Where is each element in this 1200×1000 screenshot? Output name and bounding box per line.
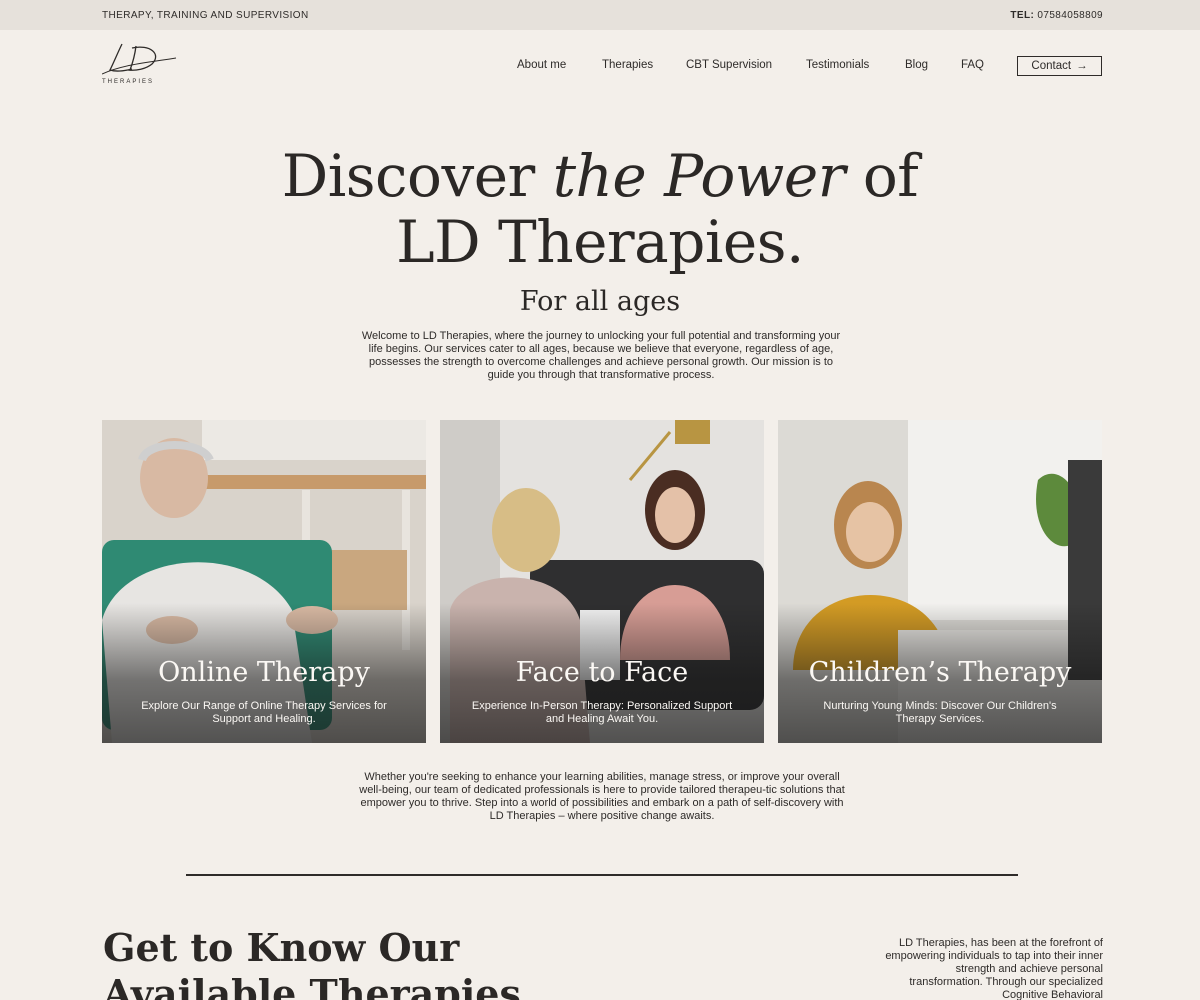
nav-therapies[interactable]: Therapies xyxy=(602,59,653,71)
card-online-therapy[interactable]: Online Therapy Explore Our Range of Onli… xyxy=(102,420,426,743)
card-title: Online Therapy xyxy=(158,657,370,688)
card-description: Experience In-Person Therapy: Personaliz… xyxy=(471,700,733,725)
hero-title: Discover the Power of LD Therapies. xyxy=(0,143,1200,275)
arrow-right-icon: → xyxy=(1076,60,1088,72)
therapies-section-title: Get to Know Our Available Therapies xyxy=(103,925,521,1000)
card-face-to-face[interactable]: Face to Face Experience In-Person Therap… xyxy=(440,420,764,743)
top-info-bar: THERAPY, TRAINING AND SUPERVISION TEL: 0… xyxy=(0,0,1200,30)
contact-button[interactable]: Contact → xyxy=(1017,56,1102,76)
tagline: THERAPY, TRAINING AND SUPERVISION xyxy=(102,10,309,21)
nav-about-me[interactable]: About me xyxy=(517,59,566,71)
card-description: Explore Our Range of Online Therapy Serv… xyxy=(141,700,387,725)
section-divider xyxy=(186,874,1018,876)
nav-cbt-supervision[interactable]: CBT Supervision xyxy=(686,59,772,71)
hero-title-italic: the Power xyxy=(552,142,846,210)
nav-faq[interactable]: FAQ xyxy=(961,59,984,71)
intro-paragraph: Whether you're seeking to enhance your l… xyxy=(359,771,845,822)
hero-title-part1: Discover xyxy=(281,142,536,210)
phone-number[interactable]: 07584058809 xyxy=(1037,10,1103,21)
hero-title-part2: of xyxy=(862,142,919,210)
card-title: Face to Face xyxy=(515,657,689,688)
hero-paragraph: Welcome to LD Therapies, where the journ… xyxy=(361,330,841,381)
card-childrens-therapy[interactable]: Children’s Therapy Nurturing Young Minds… xyxy=(778,420,1102,743)
phone-contact[interactable]: TEL: 07584058809 xyxy=(1010,10,1103,21)
nav-testimonials[interactable]: Testimonials xyxy=(806,59,869,71)
logo-subtitle: THERAPIES xyxy=(102,79,155,85)
nav-blog[interactable]: Blog xyxy=(905,59,928,71)
hero-subtitle: For all ages xyxy=(519,286,681,317)
contact-label: Contact xyxy=(1031,60,1072,72)
card-title: Children’s Therapy xyxy=(808,657,1072,688)
phone-label: TEL: xyxy=(1010,10,1035,21)
card-description: Nurturing Young Minds: Discover Our Chil… xyxy=(823,700,1057,725)
hero-title-line2: LD Therapies. xyxy=(396,208,804,276)
therapies-section-paragraph: LD Therapies, has been at the forefront … xyxy=(885,937,1103,1000)
